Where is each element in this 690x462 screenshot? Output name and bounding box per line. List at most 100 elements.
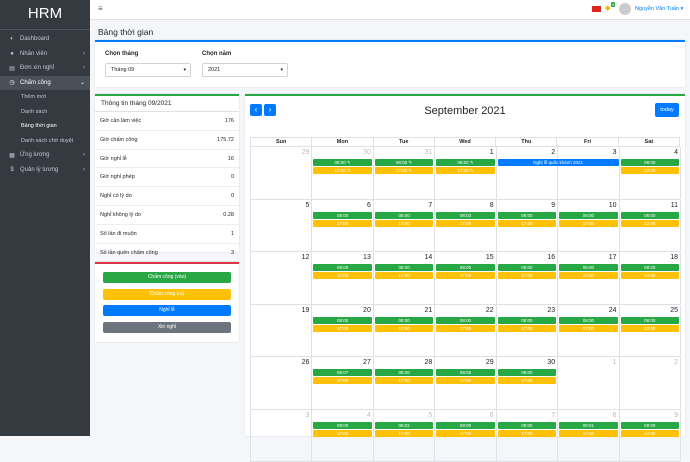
check-in-event[interactable]: 08:00	[375, 264, 433, 271]
day-cell[interactable]: 12	[251, 252, 312, 304]
day-cell[interactable]: 5	[251, 200, 312, 252]
check-out-event[interactable]: 17:00 ✎	[436, 167, 494, 174]
check-out-event[interactable]: 12:00	[621, 167, 679, 174]
day-cell[interactable]: 2208:0017:00	[435, 305, 496, 357]
day-cell[interactable]: 2008:0017:00	[312, 305, 373, 357]
check-out-event[interactable]: 17:00	[436, 220, 494, 227]
check-out-event[interactable]: 12:00	[621, 220, 679, 227]
day-cell[interactable]: 2908:0517:00	[435, 357, 496, 409]
sidebar-item-2[interactable]: ▤Đơn xin nghỉ‹	[0, 61, 90, 76]
day-cell[interactable]: 508:0217:00	[374, 410, 435, 462]
check-out-event[interactable]: 17:00	[498, 220, 556, 227]
check-in-event[interactable]: 08:05	[436, 369, 494, 376]
check-in-event[interactable]: 08:00	[498, 317, 556, 324]
day-cell[interactable]: 408:0012:00	[620, 147, 681, 199]
check-in-event[interactable]: 08:02	[375, 422, 433, 429]
check-out-event[interactable]: 17:00	[313, 325, 371, 332]
check-in-event[interactable]: 08:00	[436, 317, 494, 324]
day-cell[interactable]: 708:0017:00	[374, 200, 435, 252]
check-out-event[interactable]: 17:00	[375, 272, 433, 279]
menu-toggle-icon[interactable]: ≡	[98, 4, 103, 13]
check-out-event[interactable]: 17:00 ✎	[313, 167, 371, 174]
check-in-event[interactable]: 08:07	[313, 369, 371, 376]
check-out-event[interactable]: 17:00 ✎	[375, 167, 433, 174]
avatar[interactable]	[619, 3, 631, 15]
day-cell[interactable]: 2808:0017:00	[374, 357, 435, 409]
day-cell[interactable]: 1808:0012:00	[620, 252, 681, 304]
day-cell[interactable]: 1308:0017:00	[312, 252, 373, 304]
day-cell[interactable]: 2708:0717:00	[312, 357, 373, 409]
check-in-event[interactable]: 08:00	[498, 422, 556, 429]
check-in-event[interactable]: 08:00	[498, 264, 556, 271]
check-out-event[interactable]: 12:00	[621, 325, 679, 332]
check-out-event[interactable]: 17:00	[498, 272, 556, 279]
day-cell[interactable]: 1	[558, 357, 619, 409]
check-in-event[interactable]: 08:00	[559, 264, 617, 271]
day-cell[interactable]: 19	[251, 305, 312, 357]
vietnam-flag-icon[interactable]	[592, 6, 601, 12]
check-in-event[interactable]: 08:00 ✎	[436, 159, 494, 166]
check-out-event[interactable]: 17:00	[436, 272, 494, 279]
day-cell[interactable]: 1408:0017:00	[374, 252, 435, 304]
sidebar-subitem-1[interactable]: Danh sách	[0, 105, 90, 120]
sidebar-subitem-0[interactable]: Thêm mới	[0, 90, 90, 105]
day-cell[interactable]: 2	[620, 357, 681, 409]
user-menu[interactable]: Nguyễn Văn Tuấn ▾	[635, 6, 683, 12]
day-cell[interactable]: 1608:0017:00	[497, 252, 558, 304]
check-out-event[interactable]: 17:00	[498, 430, 556, 437]
check-out-event[interactable]: 12:00	[621, 430, 679, 437]
check-in-event[interactable]: 08:00	[621, 317, 679, 324]
sidebar-item-0[interactable]: ◐Dashboard	[0, 32, 90, 47]
day-cell[interactable]: 1108:0012:00	[620, 200, 681, 252]
check-in-event[interactable]: 08:00 ✎	[313, 159, 371, 166]
holiday-event[interactable]: Nghỉ lễ quốc khánh 2021	[498, 159, 619, 166]
day-cell[interactable]: 608:0017:00	[312, 200, 373, 252]
day-cell[interactable]: 608:0017:00	[435, 410, 496, 462]
check-out-event[interactable]: 17:00	[375, 430, 433, 437]
check-out-event[interactable]: 17:00	[313, 377, 371, 384]
check-in-event[interactable]: 08:00	[621, 159, 679, 166]
check-in-event[interactable]: 08:00	[436, 422, 494, 429]
check-in-event[interactable]: 08:00	[621, 212, 679, 219]
day-cell[interactable]: 1008:0017:00	[558, 200, 619, 252]
check-out-event[interactable]: 17:00	[436, 377, 494, 384]
check-in-event[interactable]: 08:00	[559, 212, 617, 219]
check-in-event[interactable]: 08:00	[375, 317, 433, 324]
check-in-event[interactable]: 08:00	[621, 422, 679, 429]
sidebar-item-3[interactable]: ◷Chấm công⌄	[0, 76, 90, 91]
check-in-event[interactable]: 08:00	[313, 264, 371, 271]
year-select[interactable]: 2021▾	[202, 63, 288, 77]
day-cell[interactable]: 2108:0017:00	[374, 305, 435, 357]
day-cell[interactable]: 808:0317:00	[435, 200, 496, 252]
sidebar-item-5[interactable]: $Quản lý lương‹	[0, 163, 90, 178]
check-out-event[interactable]: 17:00	[375, 220, 433, 227]
month-select[interactable]: Tháng 09▾	[105, 63, 191, 77]
day-cell[interactable]: 2408:0017:00	[558, 305, 619, 357]
check-in-event[interactable]: 08:01	[559, 422, 617, 429]
check-out-event[interactable]: 17:00	[498, 377, 556, 384]
check-in-event[interactable]: 08:00	[313, 317, 371, 324]
day-cell[interactable]: 908:0012:00	[620, 410, 681, 462]
day-cell[interactable]: 2	[497, 147, 558, 199]
check-in-event[interactable]: 08:00	[498, 212, 556, 219]
day-cell[interactable]: 26	[251, 357, 312, 409]
check-in-event[interactable]: 08:00	[559, 317, 617, 324]
check-in-event[interactable]: 08:00	[498, 369, 556, 376]
day-cell[interactable]: 2508:0012:00	[620, 305, 681, 357]
check-out-event[interactable]: 17:00	[436, 325, 494, 332]
day-cell[interactable]: 808:0117:00	[558, 410, 619, 462]
check-out-event[interactable]: 17:00	[313, 430, 371, 437]
check-in-event[interactable]: 08:00	[436, 264, 494, 271]
check-out-event[interactable]: 17:00	[559, 325, 617, 332]
check-in-event[interactable]: 08:00	[375, 212, 433, 219]
day-cell[interactable]: 3008:00 ✎17:00 ✎	[312, 147, 373, 199]
check-out-event[interactable]: 17:00	[313, 272, 371, 279]
check-out-event[interactable]: 17:00	[559, 272, 617, 279]
day-cell[interactable]: 108:00 ✎17:00 ✎	[435, 147, 496, 199]
check-out-event[interactable]: 17:00	[436, 430, 494, 437]
check-out-event[interactable]: 17:00	[375, 325, 433, 332]
check-in-event[interactable]: 08:00 ✎	[375, 159, 433, 166]
check-in-event[interactable]: 08:00	[375, 369, 433, 376]
check-in-event[interactable]: 08:00	[313, 212, 371, 219]
sidebar-item-4[interactable]: ▦Ứng lương‹	[0, 148, 90, 163]
